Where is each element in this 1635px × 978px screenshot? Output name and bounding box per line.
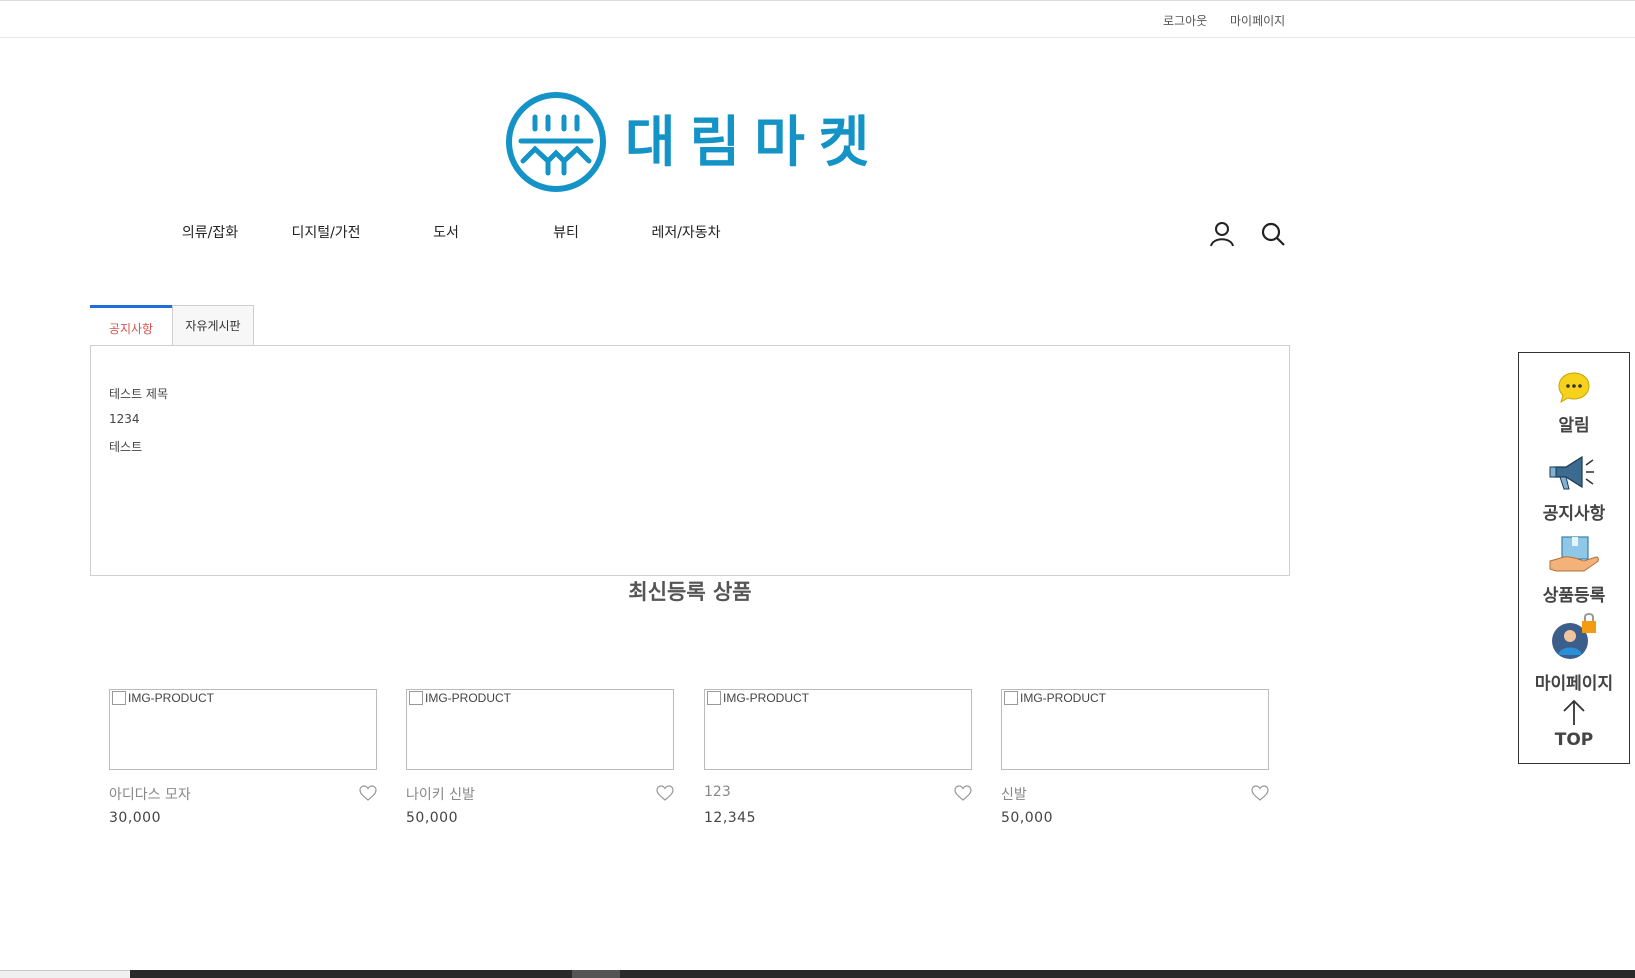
user-lock-icon — [1552, 613, 1596, 659]
tab-free-board[interactable]: 자유게시판 — [172, 305, 254, 345]
heart-icon[interactable] — [656, 785, 674, 805]
quick-notice-label: 공지사항 — [1542, 504, 1606, 524]
quick-mypage-label: 마이페이지 — [1534, 674, 1614, 694]
product-price: 30,000 — [109, 810, 161, 826]
logo-text: 대림마켓 — [625, 109, 884, 174]
quick-alarm-button[interactable]: 알림 — [1519, 371, 1629, 436]
quick-notice-button[interactable]: 공지사항 — [1519, 453, 1629, 524]
broken-image-icon — [707, 691, 721, 705]
logout-link[interactable]: 로그아웃 — [1163, 12, 1207, 29]
board-post[interactable]: 1234 — [109, 412, 140, 426]
broken-image-icon — [112, 691, 126, 705]
broken-image-icon — [1004, 691, 1018, 705]
arrow-up-icon — [1563, 699, 1585, 725]
heart-icon[interactable] — [1251, 785, 1269, 805]
user-icon[interactable] — [1209, 221, 1235, 251]
product-price: 12,345 — [704, 810, 756, 826]
quick-register-button[interactable]: 상품등록 — [1519, 535, 1629, 606]
product-price: 50,000 — [406, 810, 458, 826]
taskbar-segment — [572, 970, 620, 978]
product-image[interactable]: IMG-PRODUCT — [109, 689, 377, 770]
search-icon[interactable] — [1260, 221, 1286, 251]
tab-notice[interactable]: 공지사항 — [90, 305, 172, 345]
quick-top-button[interactable]: TOP — [1519, 698, 1629, 750]
product-name[interactable]: 아디다스 모자 — [109, 784, 191, 804]
bottom-taskbar-strip — [0, 970, 1635, 978]
board-post[interactable]: 테스트 제목 — [109, 385, 168, 402]
site-logo[interactable]: 대림마켓 — [505, 91, 883, 193]
product-name[interactable]: 123 — [704, 784, 731, 800]
board-panel: 테스트 제목 1234 테스트 — [90, 345, 1290, 576]
product-card[interactable]: IMG-PRODUCT 나이키 신발 50,000 — [406, 689, 674, 826]
product-card[interactable]: IMG-PRODUCT 아디다스 모자 30,000 — [109, 689, 377, 826]
logo-emblem-icon — [506, 92, 606, 192]
megaphone-icon — [1549, 455, 1594, 490]
product-image[interactable]: IMG-PRODUCT — [1001, 689, 1269, 770]
nav-item-fashion[interactable]: 의류/잡화 — [150, 222, 270, 242]
top-utility-bar: 로그아웃 마이페이지 — [0, 0, 1635, 38]
product-name[interactable]: 신발 — [1001, 784, 1027, 804]
nav-item-digital[interactable]: 디지털/가전 — [266, 222, 386, 242]
product-image-alt: IMG-PRODUCT — [1020, 691, 1106, 705]
product-image[interactable]: IMG-PRODUCT — [704, 689, 972, 770]
nav-item-books[interactable]: 도서 — [386, 222, 506, 242]
product-image-alt: IMG-PRODUCT — [723, 691, 809, 705]
heart-icon[interactable] — [359, 785, 377, 805]
chat-bubble-icon — [1558, 372, 1590, 404]
product-image-alt: IMG-PRODUCT — [425, 691, 511, 705]
taskbar-segment — [0, 970, 130, 978]
quick-menu: 알림 공지사항 상품등록 마이페이지 TOP — [1518, 352, 1630, 764]
product-image-alt: IMG-PRODUCT — [128, 691, 214, 705]
mypage-link[interactable]: 마이페이지 — [1230, 12, 1285, 29]
product-price: 50,000 — [1001, 810, 1053, 826]
quick-mypage-button[interactable]: 마이페이지 — [1519, 611, 1629, 694]
product-name[interactable]: 나이키 신발 — [406, 784, 475, 804]
quick-register-label: 상품등록 — [1542, 586, 1606, 606]
broken-image-icon — [409, 691, 423, 705]
product-card[interactable]: IMG-PRODUCT 123 12,345 — [704, 689, 972, 826]
heart-icon[interactable] — [954, 785, 972, 805]
product-card[interactable]: IMG-PRODUCT 신발 50,000 — [1001, 689, 1269, 826]
board-post[interactable]: 테스트 — [109, 438, 142, 455]
product-image[interactable]: IMG-PRODUCT — [406, 689, 674, 770]
box-hand-icon — [1549, 536, 1599, 572]
quick-top-label: TOP — [1554, 730, 1594, 750]
section-title: 최신등록 상품 — [628, 580, 752, 604]
quick-alarm-label: 알림 — [1558, 416, 1590, 436]
nav-item-leisure[interactable]: 레저/자동차 — [626, 222, 746, 242]
nav-item-beauty[interactable]: 뷰티 — [506, 222, 626, 242]
